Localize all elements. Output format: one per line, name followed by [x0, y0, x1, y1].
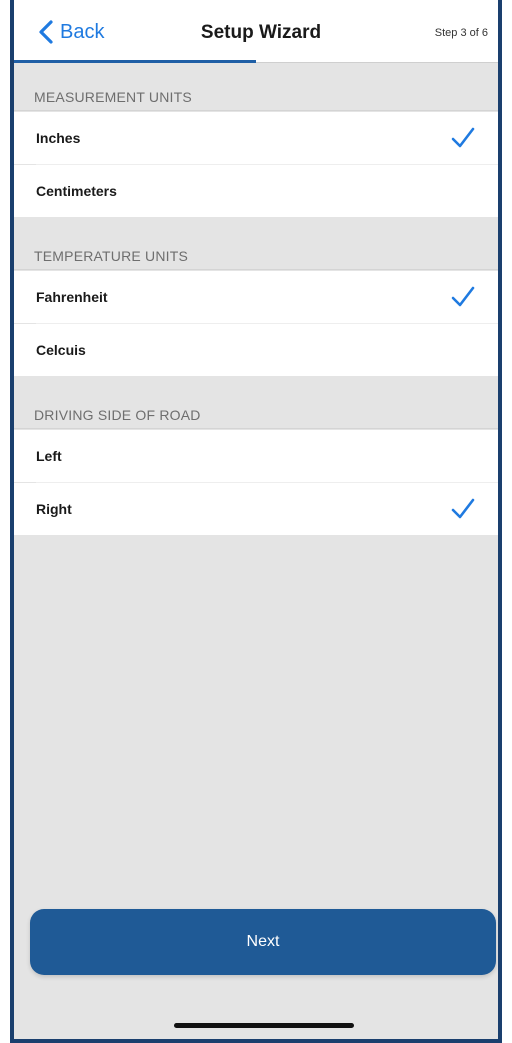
option-label: Left	[36, 448, 62, 464]
option-label: Inches	[36, 130, 81, 146]
option-label: Fahrenheit	[36, 289, 108, 305]
section-header-measurement-units: MEASUREMENT UNITS	[14, 63, 498, 111]
option-label: Right	[36, 501, 72, 517]
navigation-bar: Back Setup Wizard Step 3 of 6	[14, 0, 498, 63]
checkmark-icon	[451, 498, 475, 519]
app-frame: Back Setup Wizard Step 3 of 6 MEASUREMEN…	[10, 0, 502, 1043]
option-label: Celcuis	[36, 342, 86, 358]
checkmark-icon	[451, 286, 475, 307]
next-button[interactable]: Next	[30, 909, 496, 975]
section-header-driving-side: DRIVING SIDE OF ROAD	[14, 381, 498, 429]
step-indicator: Step 3 of 6	[434, 27, 488, 39]
option-row-left[interactable]: Left	[14, 430, 498, 482]
option-row-fahrenheit[interactable]: Fahrenheit	[14, 271, 498, 323]
page-title: Setup Wizard	[200, 22, 322, 43]
home-indicator	[174, 1023, 354, 1028]
option-row-right[interactable]: Right	[14, 483, 498, 535]
option-row-inches[interactable]: Inches	[14, 112, 498, 164]
section-header-temperature-units: TEMPERATURE UNITS	[14, 222, 498, 270]
option-label: Centimeters	[36, 183, 117, 199]
option-row-centimeters[interactable]: Centimeters	[14, 165, 498, 217]
option-row-celcuis[interactable]: Celcuis	[14, 324, 498, 376]
checkmark-icon	[451, 127, 475, 148]
